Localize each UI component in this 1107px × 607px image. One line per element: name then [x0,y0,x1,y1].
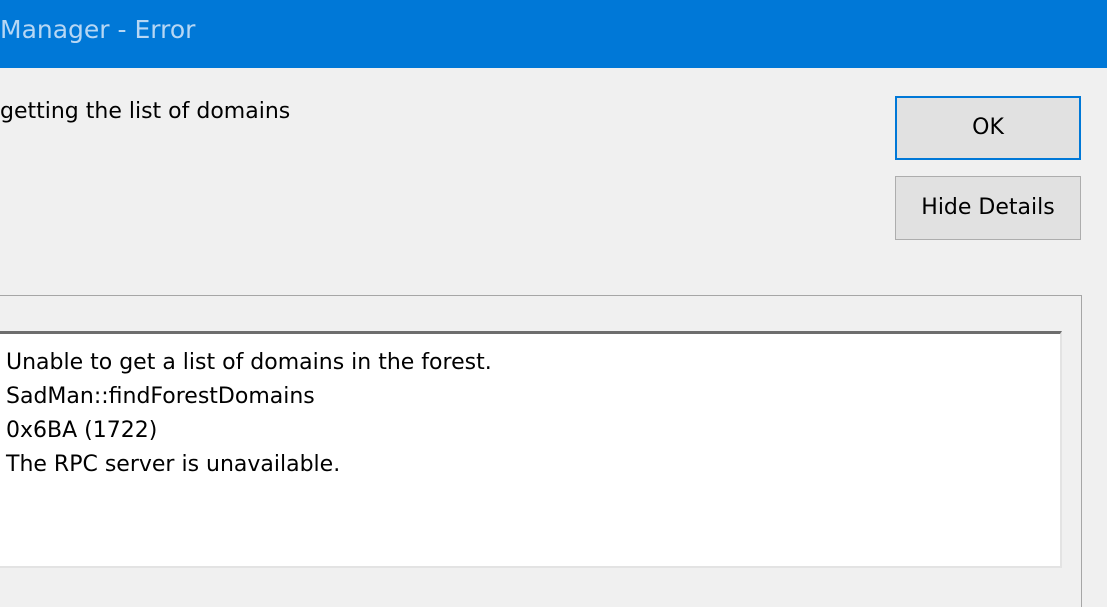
window-title: Manager - Error [0,15,196,44]
details-line-4: The RPC server is unavailable. [6,452,341,477]
ok-button[interactable]: OK [895,96,1081,160]
details-line-1: Unable to get a list of domains in the f… [6,350,492,375]
details-line-2: SadMan::findForestDomains [6,384,315,409]
dialog-body: getting the list of domains OK Hide Deta… [0,68,1107,607]
details-textbox[interactable]: Unable to get a list of domains in the f… [0,331,1062,568]
hide-details-button[interactable]: Hide Details [895,176,1081,240]
window-titlebar[interactable]: Manager - Error [0,6,1107,68]
details-line-3: 0x6BA (1722) [6,418,158,443]
error-message: getting the list of domains [0,99,291,124]
